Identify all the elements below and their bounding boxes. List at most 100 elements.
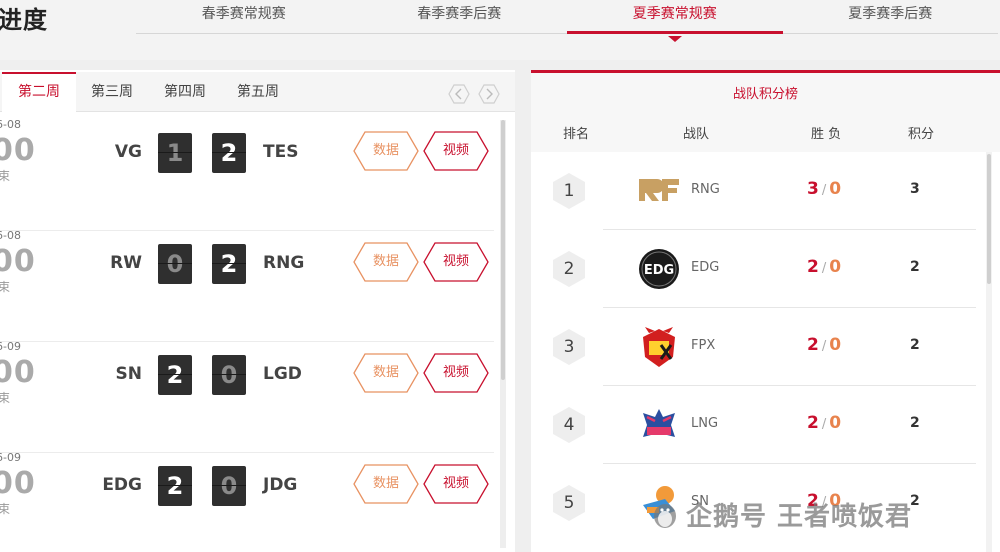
data-button[interactable]: 数据 <box>353 242 419 282</box>
rank-number: 2 <box>563 259 575 279</box>
wl-separator: / <box>821 339 827 354</box>
score-a: 2 <box>158 355 192 395</box>
page: 进度 春季赛常规赛 春季赛季后赛 夏季赛常规赛 夏季赛季后赛 第二周 第三周 第… <box>0 0 1000 552</box>
score-a: 1 <box>158 133 192 173</box>
tab-label: 夏季赛季后赛 <box>848 6 933 22</box>
score-b: 2 <box>212 133 246 173</box>
match-time: 00 <box>0 133 36 168</box>
standings-row[interactable]: 2 EDG EDG 2/0 2 <box>531 230 986 308</box>
team-a-name: VG <box>114 142 142 162</box>
score-b: 0 <box>212 355 246 395</box>
losses: 0 <box>829 257 842 277</box>
data-button-label: 数据 <box>372 143 399 158</box>
data-button[interactable]: 数据 <box>353 353 419 393</box>
data-button-label: 数据 <box>372 254 399 269</box>
video-button-label: 视频 <box>442 254 469 269</box>
standings-title: 战队积分榜 <box>732 87 798 102</box>
video-button[interactable]: 视频 <box>423 242 489 282</box>
tab-summer-playoffs[interactable]: 夏季赛季后赛 <box>783 0 999 33</box>
standings-panel: 战队积分榜 排名 战队 胜 负 积分 1 RNG 3/0 3 2 EDG EDG… <box>531 70 1000 552</box>
score-b: 2 <box>212 244 246 284</box>
standings-row[interactable]: 4 LNG 2/0 2 <box>531 386 986 464</box>
header-win-loss: 胜 负 <box>811 127 842 142</box>
match-status: 束 <box>0 280 11 294</box>
team-name: FPX <box>691 338 716 353</box>
tab-summer-regular[interactable]: 夏季赛常规赛 <box>567 0 783 42</box>
rank-badge: 3 <box>552 328 586 366</box>
wins: 2 <box>807 413 819 433</box>
match-time: 00 <box>0 355 36 390</box>
tab-spring-playoffs[interactable]: 春季赛季后赛 <box>352 0 568 33</box>
match-status: 束 <box>0 502 11 516</box>
lng-logo-icon <box>635 403 683 447</box>
wins: 3 <box>807 179 819 199</box>
match-row: 6-08 00 束 RW 0 2 RNG 数据 视频 <box>0 229 494 342</box>
tab-week-5[interactable]: 第五周 <box>237 72 279 112</box>
wl-separator: / <box>821 183 827 198</box>
header: 进度 春季赛常规赛 春季赛季后赛 夏季赛常规赛 夏季赛季后赛 <box>0 0 1000 60</box>
match-date: 6-08 <box>0 118 21 131</box>
data-button-label: 数据 <box>372 365 399 380</box>
losses: 0 <box>829 413 842 433</box>
rank-number: 5 <box>563 493 575 513</box>
match-date: 6-08 <box>0 229 21 242</box>
video-button[interactable]: 视频 <box>423 353 489 393</box>
team-b-name: TES <box>263 142 299 162</box>
wins: 2 <box>807 257 819 277</box>
wl-separator: / <box>821 261 827 276</box>
data-button[interactable]: 数据 <box>353 131 419 171</box>
rank-number: 4 <box>563 415 575 435</box>
week-tabs: 第二周 第三周 第四周 第五周 <box>0 72 515 112</box>
header-points: 积分 <box>908 127 935 142</box>
team-b-name: LGD <box>263 364 302 384</box>
data-button[interactable]: 数据 <box>353 464 419 504</box>
prev-week-button[interactable] <box>448 84 470 104</box>
wl-separator: / <box>821 417 827 432</box>
team-a-name: EDG <box>102 475 142 495</box>
match-row: 6-09 00 束 SN 2 0 LGD 数据 视频 <box>0 340 494 453</box>
match-row: 6-08 00 束 VG 1 2 TES 数据 视频 <box>0 118 494 231</box>
header-team: 战队 <box>683 127 710 142</box>
win-loss: 2/0 <box>807 257 841 277</box>
score-a: 2 <box>158 466 192 506</box>
match-date: 6-09 <box>0 451 21 464</box>
season-tabs: 春季赛常规赛 春季赛季后赛 夏季赛常规赛 夏季赛季后赛 <box>136 0 999 42</box>
svg-text:EDG: EDG <box>644 263 674 278</box>
edg-logo-icon: EDG <box>635 247 683 291</box>
team-name: LNG <box>691 416 719 431</box>
tab-week-3[interactable]: 第三周 <box>91 72 133 112</box>
rank-number: 1 <box>563 181 575 201</box>
video-button[interactable]: 视频 <box>423 464 489 504</box>
standings-row[interactable]: 3 FPX 2/0 2 <box>531 308 986 386</box>
tab-label: 春季赛常规赛 <box>201 6 286 22</box>
rank-number: 3 <box>563 337 575 357</box>
tab-week-2[interactable]: 第二周 <box>2 72 76 112</box>
schedule-scrollbar[interactable] <box>501 120 505 380</box>
team-b-name: JDG <box>263 475 298 495</box>
page-title: 进度 <box>0 6 48 34</box>
wins: 2 <box>807 335 819 355</box>
rng-logo-icon <box>635 169 683 213</box>
match-time: 00 <box>0 466 36 501</box>
video-button-label: 视频 <box>442 365 469 380</box>
win-loss: 2/0 <box>807 413 841 433</box>
team-b-name: RNG <box>263 253 305 273</box>
standings-scrollbar[interactable] <box>987 154 991 284</box>
video-button-label: 视频 <box>442 143 469 158</box>
tab-week-4[interactable]: 第四周 <box>164 72 206 112</box>
rank-badge: 5 <box>552 484 586 522</box>
data-button-label: 数据 <box>372 476 399 491</box>
points: 2 <box>910 259 920 275</box>
chevron-right-icon <box>478 84 500 104</box>
next-week-button[interactable] <box>478 84 500 104</box>
standings-row[interactable]: 1 RNG 3/0 3 <box>531 152 986 230</box>
points: 2 <box>910 415 920 431</box>
header-rank: 排名 <box>563 127 590 142</box>
video-button[interactable]: 视频 <box>423 131 489 171</box>
tab-label: 夏季赛常规赛 <box>632 6 717 22</box>
tab-spring-regular[interactable]: 春季赛常规赛 <box>136 0 352 33</box>
watermark-text: 企鹅号 王者喷饭君 <box>686 502 913 532</box>
score-a: 0 <box>158 244 192 284</box>
fpx-logo-icon <box>635 325 683 369</box>
team-a-name: SN <box>115 364 142 384</box>
